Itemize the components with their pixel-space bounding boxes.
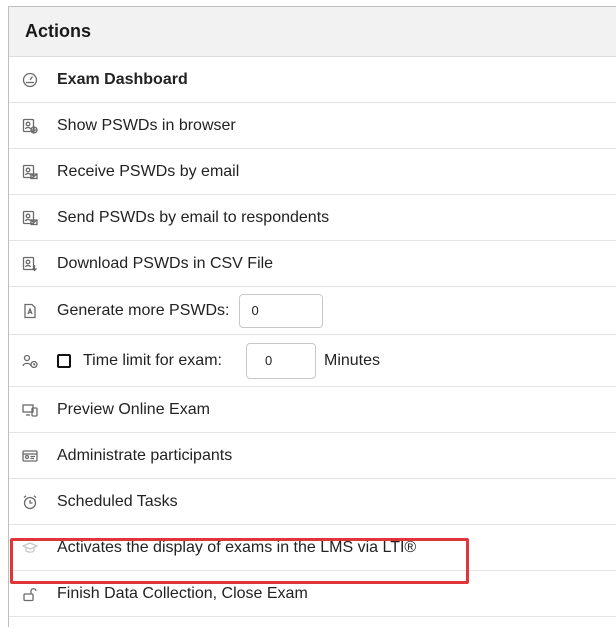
action-send-pswds-respondents[interactable]: Send PSWDs by email to respondents [9,195,616,241]
graduation-cap-icon [21,539,39,557]
password-email-icon [21,163,39,181]
password-send-icon [21,209,39,227]
action-label: Activates the display of exams in the LM… [57,538,417,556]
action-finish-data-collection[interactable]: Finish Data Collection, Close Exam [9,571,616,617]
id-card-icon [21,447,39,465]
alarm-clock-icon [21,493,39,511]
action-label: Download PSWDs in CSV File [57,254,274,272]
panel-title: Actions [9,7,616,57]
action-receive-pswds-email[interactable]: Receive PSWDs by email [9,149,616,195]
generate-count-input[interactable] [238,293,323,328]
action-show-pswds-browser[interactable]: Show PSWDs in browser [9,103,616,149]
minutes-unit-label: Minutes [323,351,381,369]
time-limit-checkbox[interactable] [57,353,71,368]
action-administrate-participants[interactable]: Administrate participants [9,433,616,479]
action-exam-dashboard[interactable]: Exam Dashboard [9,57,616,103]
action-label: Preview Online Exam [57,400,210,418]
action-download-pswds-csv[interactable]: Download PSWDs in CSV File [9,241,616,287]
action-generate-pswds: Generate more PSWDs: [9,287,616,335]
password-browser-icon [21,117,39,135]
time-limit-input[interactable] [245,342,316,379]
action-label: Scheduled Tasks [57,492,178,510]
action-scheduled-tasks[interactable]: Scheduled Tasks [9,479,616,525]
document-icon [21,302,39,320]
preview-icon [21,401,39,419]
action-activate-lti[interactable]: Activates the display of exams in the LM… [9,525,616,571]
action-label: Generate more PSWDs: [57,301,230,319]
actions-panel: Actions Exam Dashboard Show PSWDs in bro… [8,6,616,627]
unlock-icon [21,585,39,603]
dashboard-icon [21,71,39,89]
action-label: Show PSWDs in browser [57,116,236,134]
action-label: Receive PSWDs by email [57,162,240,180]
action-time-limit: Time limit for exam: Minutes [9,335,616,387]
action-label: Time limit for exam: [83,351,222,369]
action-label: Finish Data Collection, Close Exam [57,584,308,602]
action-label: Send PSWDs by email to respondents [57,208,330,226]
action-preview-exam[interactable]: Preview Online Exam [9,387,616,433]
action-label: Administrate participants [57,446,233,464]
action-label: Exam Dashboard [57,70,188,88]
password-download-icon [21,255,39,273]
users-clock-icon [21,352,39,370]
